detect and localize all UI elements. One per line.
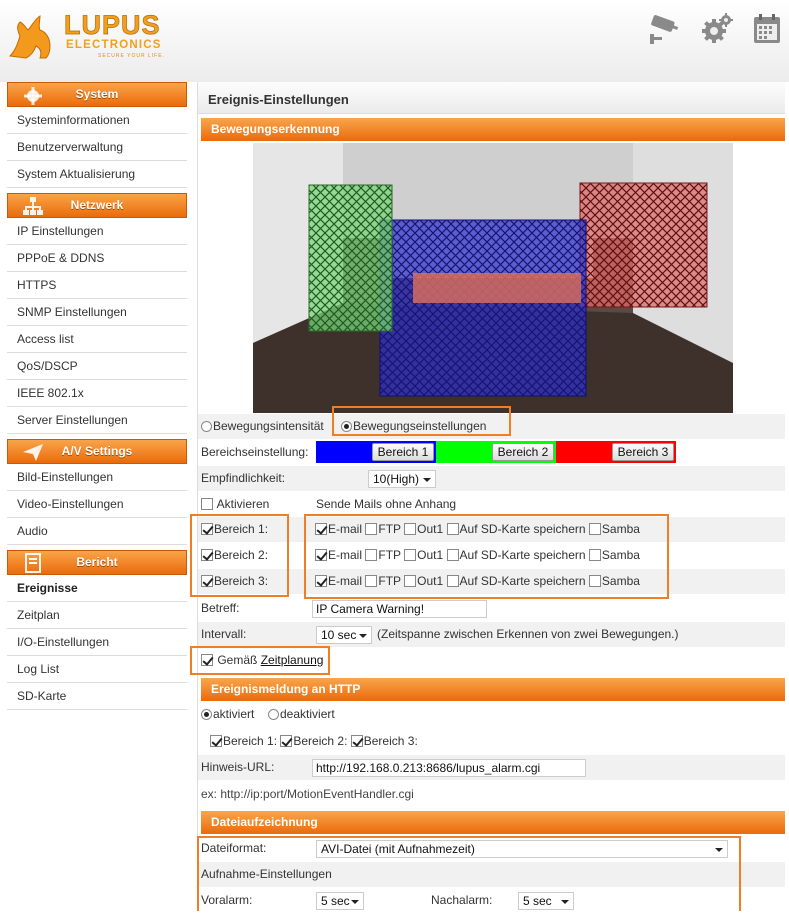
highlight-box bbox=[332, 406, 511, 436]
http-areas-row: Bereich 1: Bereich 2: Bereich 3: bbox=[198, 729, 785, 754]
sidebar-item-https[interactable]: HTTPS bbox=[7, 272, 187, 299]
interval-label: Intervall: bbox=[201, 627, 247, 641]
sidebar-item-snmp[interactable]: SNMP Einstellungen bbox=[7, 299, 187, 326]
chevron-down-icon bbox=[359, 634, 367, 638]
camera-preview[interactable] bbox=[253, 143, 733, 413]
highlight-box bbox=[197, 836, 741, 911]
subject-label: Betreff: bbox=[201, 601, 240, 615]
url-example: ex: http://ip:port/MotionEventHandler.cg… bbox=[201, 787, 414, 801]
network-icon bbox=[23, 197, 43, 215]
sidebar-section-av-settings[interactable]: A/V Settings bbox=[7, 439, 187, 464]
sidebar-section-label: System bbox=[75, 87, 119, 101]
url-label: Hinweis-URL: bbox=[201, 760, 275, 774]
sidebar-section-system[interactable]: System bbox=[7, 82, 187, 107]
section-dateiaufzeichnung: Dateiaufzeichnung bbox=[201, 811, 785, 834]
http-toggle-row: aktiviert deaktiviert bbox=[198, 702, 785, 727]
bereich-3-button[interactable]: Bereich 3 bbox=[612, 443, 674, 461]
interval-note: (Zeitspanne zwischen Erkennen von zwei B… bbox=[377, 627, 679, 641]
bereich-1-button[interactable]: Bereich 1 bbox=[372, 443, 434, 461]
sensitivity-select[interactable]: 10(High) bbox=[368, 470, 436, 488]
section-ereignismeldung-http: Ereignismeldung an HTTP bbox=[201, 678, 785, 701]
sidebar-section-netzwerk[interactable]: Netzwerk bbox=[7, 193, 187, 218]
subject-row: Betreff: IP Camera Warning! bbox=[198, 596, 785, 621]
sidebar-item-bild-einstellungen[interactable]: Bild-Einstellungen bbox=[7, 464, 187, 491]
sensitivity-label: Empfindlichkeit: bbox=[201, 471, 286, 485]
motion-area-2[interactable] bbox=[308, 184, 393, 332]
sidebar-item-benutzerverwaltung[interactable]: Benutzerverwaltung bbox=[7, 134, 187, 161]
interval-row: Intervall: 10 sec (Zeitspanne zwischen E… bbox=[198, 622, 785, 647]
http-example-row: ex: http://ip:port/MotionEventHandler.cg… bbox=[198, 782, 785, 807]
area-setting-label: Bereichseinstellung: bbox=[201, 445, 309, 459]
motion-area-3[interactable] bbox=[579, 182, 708, 308]
sidebar-item-audio[interactable]: Audio bbox=[7, 518, 187, 545]
motion-area-1[interactable] bbox=[379, 219, 587, 397]
subject-input[interactable]: IP Camera Warning! bbox=[312, 600, 487, 618]
sidebar-item-log-list[interactable]: Log List bbox=[7, 656, 187, 683]
radio-bewegungsintensitaet[interactable]: Bewegungsintensität bbox=[201, 414, 324, 439]
sidebar-item-ip-einstellungen[interactable]: IP Einstellungen bbox=[7, 218, 187, 245]
app-header: LUPUS ELECTRONICS SECURE YOUR LIFE. bbox=[0, 0, 789, 82]
report-icon bbox=[25, 553, 41, 573]
main-content: Ereignis-Einstellungen Bewegungserkennun… bbox=[190, 82, 789, 911]
sidebar-item-qos-dscp[interactable]: QoS/DSCP bbox=[7, 353, 187, 380]
brand-tagline: SECURE YOUR LIFE. bbox=[98, 53, 165, 59]
sidebar: System Systeminformationen Benutzerverwa… bbox=[7, 82, 187, 710]
sidebar-section-label: Bericht bbox=[76, 555, 118, 569]
gear-icon[interactable] bbox=[700, 12, 734, 46]
sidebar-item-io-einstellungen[interactable]: I/O-Einstellungen bbox=[7, 629, 187, 656]
camera-icon[interactable] bbox=[648, 12, 682, 46]
area-setting-row: Bereichseinstellung: Bereich 1 Bereich 2… bbox=[198, 440, 785, 465]
sidebar-item-ereignisse[interactable]: Ereignisse bbox=[7, 575, 187, 602]
radio-deaktiviert[interactable]: deaktiviert bbox=[268, 702, 335, 727]
brand-sub: ELECTRONICS bbox=[66, 39, 162, 51]
sidebar-section-label: Netzwerk bbox=[70, 198, 124, 212]
chevron-down-icon bbox=[423, 478, 431, 482]
sidebar-item-pppoe-ddns[interactable]: PPPoE & DDNS bbox=[7, 245, 187, 272]
bereich-2-button[interactable]: Bereich 2 bbox=[492, 443, 554, 461]
sidebar-item-sd-karte[interactable]: SD-Karte bbox=[7, 683, 187, 710]
url-input[interactable]: http://192.168.0.213:8686/lupus_alarm.cg… bbox=[312, 759, 586, 777]
paper-plane-icon bbox=[23, 444, 43, 461]
calendar-icon[interactable] bbox=[750, 12, 784, 46]
sidebar-item-ieee-8021x[interactable]: IEEE 802.1x bbox=[7, 380, 187, 407]
sidebar-item-video-einstellungen[interactable]: Video-Einstellungen bbox=[7, 491, 187, 518]
sidebar-section-label: A/V Settings bbox=[61, 444, 133, 458]
highlight-box bbox=[304, 514, 669, 599]
http-bereich-3-checkbox[interactable]: Bereich 3: bbox=[350, 734, 418, 748]
brand-name: LUPUS bbox=[64, 10, 161, 40]
interval-select[interactable]: 10 sec bbox=[316, 626, 372, 644]
sidebar-item-system-aktualisierung[interactable]: System Aktualisierung bbox=[7, 161, 187, 188]
sidebar-section-bericht[interactable]: Bericht bbox=[7, 550, 187, 575]
highlight-box bbox=[190, 514, 289, 597]
section-bewegungserkennung: Bewegungserkennung bbox=[201, 118, 785, 141]
page-title: Ereignis-Einstellungen bbox=[198, 82, 785, 114]
sidebar-item-systeminformationen[interactable]: Systeminformationen bbox=[7, 107, 187, 134]
highlight-box bbox=[190, 646, 330, 675]
sidebar-item-access-list[interactable]: Access list bbox=[7, 326, 187, 353]
http-bereich-1-checkbox[interactable]: Bereich 1: bbox=[210, 734, 277, 748]
http-url-row: Hinweis-URL: http://192.168.0.213:8686/l… bbox=[198, 755, 785, 780]
sensitivity-row: Empfindlichkeit: 10(High) bbox=[198, 466, 785, 491]
http-bereich-2-checkbox[interactable]: Bereich 2: bbox=[280, 734, 347, 748]
gear-icon bbox=[24, 87, 42, 105]
sidebar-item-zeitplan[interactable]: Zeitplan bbox=[7, 602, 187, 629]
sidebar-item-server-einstellungen[interactable]: Server Einstellungen bbox=[7, 407, 187, 434]
radio-aktiviert[interactable]: aktiviert bbox=[201, 702, 254, 727]
lupus-logo[interactable]: LUPUS ELECTRONICS SECURE YOUR LIFE. bbox=[6, 6, 192, 62]
